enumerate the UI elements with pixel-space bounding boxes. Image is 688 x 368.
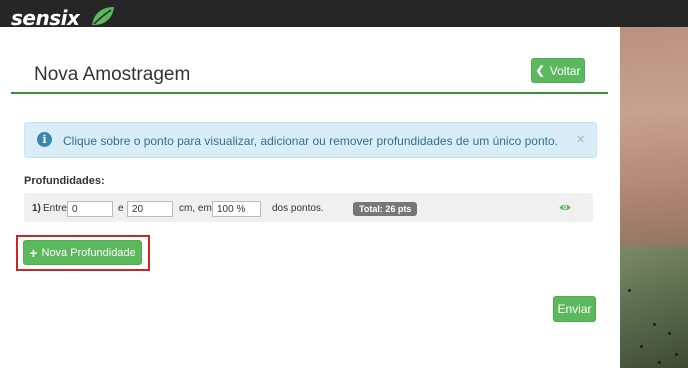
add-depth-button[interactable]: + Nova Profundidade bbox=[23, 240, 142, 265]
info-alert: i Clique sobre o ponto para visualizar, … bbox=[24, 122, 597, 158]
map-sample-point[interactable] bbox=[653, 323, 656, 326]
page-title: Nova Amostragem bbox=[34, 64, 191, 85]
depth-row-unit: cm, em bbox=[179, 203, 212, 214]
info-icon: i bbox=[37, 132, 52, 147]
close-icon[interactable]: × bbox=[576, 131, 585, 148]
map-sample-point[interactable] bbox=[668, 332, 671, 335]
depth-from-input[interactable] bbox=[67, 201, 113, 217]
chevron-left-icon: ❮ bbox=[535, 65, 545, 77]
depth-row-entre: Entre bbox=[43, 203, 67, 214]
map-sample-point[interactable] bbox=[658, 361, 661, 364]
eye-icon[interactable] bbox=[559, 203, 571, 212]
submit-button[interactable]: Enviar bbox=[553, 296, 596, 322]
leaf-icon bbox=[92, 7, 114, 25]
alert-message: Clique sobre o ponto para visualizar, ad… bbox=[63, 134, 558, 148]
map-sample-point[interactable] bbox=[628, 289, 631, 292]
plus-icon: + bbox=[29, 244, 38, 261]
total-points-badge: Total: 26 pts bbox=[353, 202, 418, 216]
depth-row: 1) Entre e cm, em dos pontos. Total: 26 … bbox=[24, 193, 593, 222]
depth-row-index: 1) bbox=[32, 203, 41, 214]
back-button-label: Voltar bbox=[549, 63, 581, 78]
depth-row-and: e bbox=[118, 203, 124, 214]
map-sample-point[interactable] bbox=[675, 353, 678, 356]
map-view[interactable] bbox=[620, 27, 688, 368]
add-depth-label: Nova Profundidade bbox=[41, 246, 136, 259]
depths-label: Profundidades: bbox=[24, 175, 105, 187]
title-divider bbox=[11, 92, 608, 94]
back-button[interactable]: ❮ Voltar bbox=[531, 58, 585, 83]
map-field bbox=[620, 247, 688, 368]
depth-to-input[interactable] bbox=[127, 201, 173, 217]
map-sample-point[interactable] bbox=[640, 345, 643, 348]
depth-row-suffix: dos pontos. bbox=[272, 203, 324, 214]
depth-percent-input[interactable] bbox=[212, 201, 261, 217]
